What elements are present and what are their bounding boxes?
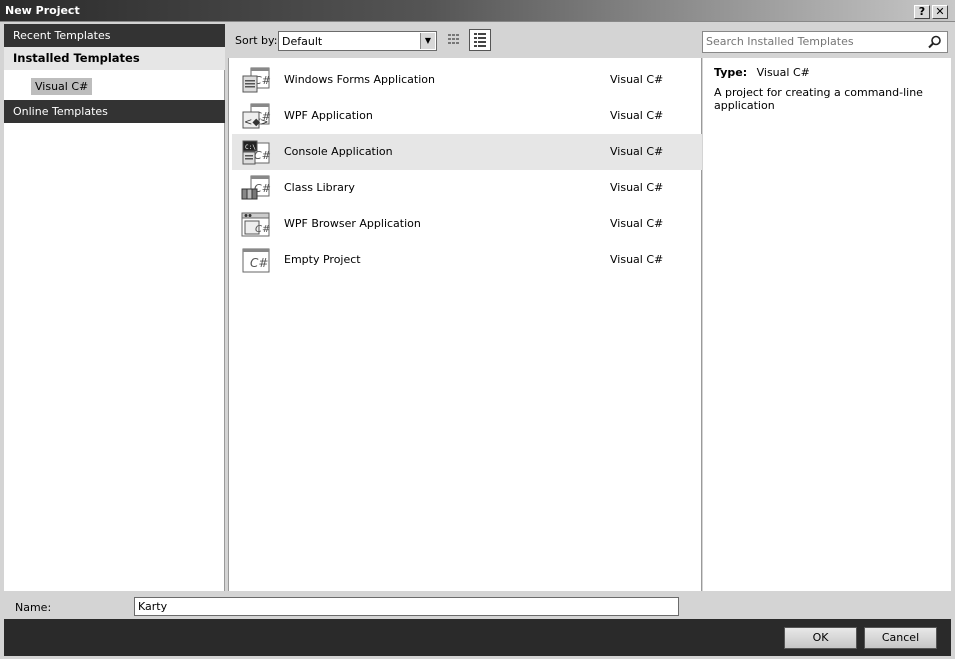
search-icon[interactable] <box>928 35 942 49</box>
small-icons-view-icon <box>448 34 459 44</box>
project-name-bar: Name: <box>0 592 955 619</box>
console-cs-icon: C# C:\ <box>242 140 271 165</box>
sort-toolbar: Sort by: Default ▼ <box>227 24 697 58</box>
sidebar-item-recent-templates[interactable]: Recent Templates <box>4 24 225 47</box>
empty-project-cs-icon: C# <box>242 248 270 273</box>
details-view-icon <box>474 33 486 47</box>
name-label: Name: <box>15 601 52 614</box>
sidebar-item-installed-templates[interactable]: Installed Templates <box>4 47 225 70</box>
window-title: New Project <box>5 4 80 17</box>
template-list: C# Windows Forms Application Visual C# C… <box>228 58 702 591</box>
small-icons-view-button[interactable] <box>443 29 465 51</box>
template-language: Visual C# <box>610 109 664 122</box>
template-row-console[interactable]: C# C:\ Console Application Visual C# <box>232 134 702 170</box>
wpf-browser-cs-icon: C# <box>241 212 270 237</box>
sort-label: Sort by: <box>235 34 278 47</box>
template-details-panel: Type: Visual C# A project for creating a… <box>703 58 951 591</box>
template-row-windows-forms[interactable]: C# Windows Forms Application Visual C# <box>232 62 702 98</box>
chevron-down-icon[interactable]: ▼ <box>420 33 435 49</box>
details-view-button[interactable] <box>469 29 491 51</box>
dialog-footer: OK Cancel <box>4 619 951 656</box>
template-language: Visual C# <box>610 181 664 194</box>
svg-text:C#: C# <box>250 256 268 270</box>
name-field-box[interactable] <box>134 597 679 616</box>
name-field[interactable] <box>138 600 668 613</box>
type-row: Type: Visual C# <box>714 66 810 79</box>
template-name: WPF Application <box>284 109 373 122</box>
type-value: Visual C# <box>756 66 810 79</box>
sidebar-item-online-templates[interactable]: Online Templates <box>4 100 225 123</box>
ok-button[interactable]: OK <box>784 627 857 649</box>
template-row-empty-project[interactable]: C# Empty Project Visual C# <box>232 242 702 278</box>
class-library-cs-icon: C# <box>241 175 271 200</box>
svg-text:C#: C# <box>255 224 270 235</box>
template-name: WPF Browser Application <box>284 217 421 230</box>
search-bar <box>702 24 951 58</box>
sidebar-item-visual-csharp[interactable]: Visual C# <box>31 78 93 95</box>
template-language: Visual C# <box>610 217 664 230</box>
cancel-button[interactable]: Cancel <box>864 627 937 649</box>
sort-dropdown[interactable]: Default ▼ <box>278 31 437 51</box>
title-bar: New Project ? ✕ <box>0 0 955 22</box>
template-name: Windows Forms Application <box>284 73 435 86</box>
svg-text:C:\: C:\ <box>245 144 256 151</box>
template-language: Visual C# <box>610 253 664 266</box>
help-button[interactable]: ? <box>914 5 930 19</box>
template-name: Empty Project <box>284 253 361 266</box>
search-input[interactable] <box>706 35 916 48</box>
template-language: Visual C# <box>610 73 664 86</box>
close-button[interactable]: ✕ <box>932 5 948 19</box>
sort-value: Default <box>282 35 323 48</box>
svg-text:<◆>: <◆> <box>244 117 268 128</box>
template-category-sidebar: Recent Templates Installed Templates Vis… <box>4 24 225 591</box>
template-name: Console Application <box>284 145 393 158</box>
type-label: Type: <box>714 66 748 79</box>
template-row-class-library[interactable]: C# Class Library Visual C# <box>232 170 702 206</box>
wpf-cs-icon: C# <◆> <box>242 103 271 129</box>
template-description: A project for creating a command-line ap… <box>714 86 923 112</box>
search-box[interactable] <box>702 31 948 53</box>
template-language: Visual C# <box>610 145 664 158</box>
template-name: Class Library <box>284 181 355 194</box>
winforms-cs-icon: C# <box>242 67 271 93</box>
template-row-wpf-browser[interactable]: C# WPF Browser Application Visual C# <box>232 206 702 242</box>
template-row-wpf[interactable]: C# <◆> WPF Application Visual C# <box>232 98 702 134</box>
